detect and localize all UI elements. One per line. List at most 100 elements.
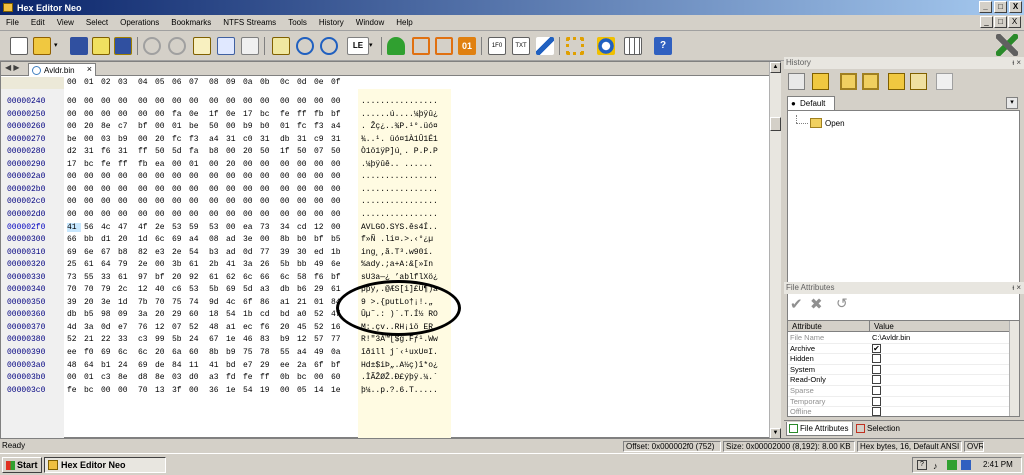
hex-byte[interactable]: 00 (280, 97, 294, 106)
hex-byte[interactable]: d1 (101, 235, 115, 244)
hex-byte[interactable]: 2b (209, 260, 223, 269)
hex-byte[interactable]: 5d (172, 147, 186, 156)
history-delete-icon[interactable] (910, 73, 927, 90)
hex-byte[interactable]: 29 (172, 310, 186, 319)
hex-byte[interactable]: 25 (67, 260, 81, 269)
hex-byte[interactable]: 00 (172, 197, 186, 206)
hex-byte[interactable]: 19 (260, 386, 274, 395)
history-open-icon[interactable] (812, 73, 829, 90)
hex-byte[interactable]: 00 (84, 97, 98, 106)
hex-byte[interactable]: a1 (226, 323, 240, 332)
find-icon[interactable] (296, 37, 314, 55)
hex-byte[interactable]: 99 (155, 335, 169, 344)
hex-byte[interactable]: c3 (138, 335, 152, 344)
attribute-checkbox[interactable] (872, 396, 881, 406)
hex-byte[interactable]: 01 (189, 160, 203, 169)
hex-byte[interactable]: 20 (172, 273, 186, 282)
menu-window[interactable]: Window (350, 18, 390, 27)
hex-byte[interactable]: 70 (138, 386, 152, 395)
hex-byte[interactable]: 16 (331, 323, 345, 332)
hex-byte[interactable]: 00 (101, 185, 115, 194)
fill-icon[interactable] (387, 37, 405, 55)
hex-byte[interactable]: 39 (280, 248, 294, 257)
hex-view-icon[interactable]: 1F0 (488, 37, 506, 55)
tab-selection[interactable]: Selection (854, 422, 910, 436)
hex-byte[interactable]: 8b (280, 235, 294, 244)
hex-byte[interactable]: 00 (118, 185, 132, 194)
hex-byte[interactable]: 14 (314, 386, 328, 395)
hex-byte[interactable]: 61 (118, 273, 132, 282)
hex-byte[interactable]: 98 (101, 310, 115, 319)
save-icon[interactable] (70, 37, 88, 55)
hex-byte[interactable]: bf (331, 361, 345, 370)
hex-byte[interactable]: 3e (243, 235, 257, 244)
hex-byte[interactable]: db (67, 310, 81, 319)
hex-byte[interactable]: 82 (138, 248, 152, 257)
history-merge-icon[interactable] (862, 73, 879, 90)
hex-byte[interactable]: 00 (209, 160, 223, 169)
hex-byte[interactable]: 0d (243, 248, 257, 257)
hex-byte[interactable]: 84 (172, 361, 186, 370)
hex-byte[interactable]: 49 (314, 348, 328, 357)
hex-byte[interactable]: 1f (280, 147, 294, 156)
close-button[interactable]: X (1009, 1, 1022, 13)
hex-byte[interactable]: 3a (84, 323, 98, 332)
hex-byte[interactable]: 00 (138, 135, 152, 144)
hex-byte[interactable]: 00 (260, 160, 274, 169)
hex-byte[interactable]: 00 (331, 160, 345, 169)
hex-byte[interactable]: 00 (226, 147, 240, 156)
hex-byte[interactable]: 20 (155, 310, 169, 319)
hex-byte[interactable]: c3 (101, 373, 115, 382)
row-ascii[interactable]: ................ (361, 210, 438, 219)
hex-byte[interactable]: e7 (118, 323, 132, 332)
hex-byte[interactable]: 2e (138, 260, 152, 269)
taskbar-item-hex-editor[interactable]: Hex Editor Neo (44, 457, 166, 473)
text-view-icon[interactable]: TXT (512, 37, 530, 55)
hex-byte[interactable]: 20 (84, 122, 98, 131)
save-all-icon[interactable] (114, 37, 132, 55)
hex-byte[interactable]: 00 (209, 210, 223, 219)
hex-byte[interactable]: de (155, 361, 169, 370)
hex-byte[interactable]: 0b (280, 373, 294, 382)
hex-byte[interactable]: 97 (138, 273, 152, 282)
hex-byte[interactable]: e3 (155, 248, 169, 257)
hex-byte[interactable]: 00 (172, 210, 186, 219)
hex-byte[interactable]: 6f (314, 361, 328, 370)
hex-byte[interactable]: 00 (67, 110, 81, 119)
select-block-icon[interactable] (566, 37, 584, 55)
hex-byte[interactable]: 54 (226, 310, 240, 319)
hex-byte[interactable]: 58 (297, 273, 311, 282)
hex-byte[interactable]: 20 (155, 348, 169, 357)
hex-byte[interactable]: 52 (314, 310, 328, 319)
hex-byte[interactable]: 00 (243, 172, 257, 181)
attribute-checkbox[interactable] (872, 407, 881, 416)
hex-byte[interactable]: 74 (189, 298, 203, 307)
hex-byte[interactable]: 00 (314, 210, 328, 219)
hex-byte[interactable]: 4c (226, 298, 240, 307)
hex-byte[interactable]: 00 (260, 197, 274, 206)
hex-byte[interactable]: 20 (243, 147, 257, 156)
hex-byte[interactable]: b8 (209, 147, 223, 156)
hex-byte[interactable]: 31 (297, 135, 311, 144)
hex-byte[interactable]: 3a (138, 310, 152, 319)
hex-byte[interactable]: 52 (67, 335, 81, 344)
security-icon[interactable] (961, 460, 971, 470)
hex-byte[interactable]: a3 (209, 373, 223, 382)
hex-byte[interactable]: 12 (138, 285, 152, 294)
hex-byte[interactable]: 03 (172, 373, 186, 382)
hex-byte[interactable]: 17 (243, 110, 257, 119)
hex-byte[interactable]: ee (280, 361, 294, 370)
hex-byte[interactable]: 59 (189, 223, 203, 232)
hex-byte[interactable]: 21 (297, 298, 311, 307)
hex-byte[interactable]: 00 (189, 210, 203, 219)
hex-byte[interactable]: 00 (331, 97, 345, 106)
hex-byte[interactable]: 00 (155, 185, 169, 194)
hex-byte[interactable]: 53 (209, 223, 223, 232)
hex-byte[interactable]: 00 (209, 172, 223, 181)
hex-byte[interactable]: 00 (297, 172, 311, 181)
hex-byte[interactable]: ad (226, 248, 240, 257)
hex-byte[interactable]: 31 (260, 135, 274, 144)
hex-byte[interactable]: 6c (118, 348, 132, 357)
hex-byte[interactable]: 12 (155, 323, 169, 332)
hex-byte[interactable]: 6c (138, 348, 152, 357)
